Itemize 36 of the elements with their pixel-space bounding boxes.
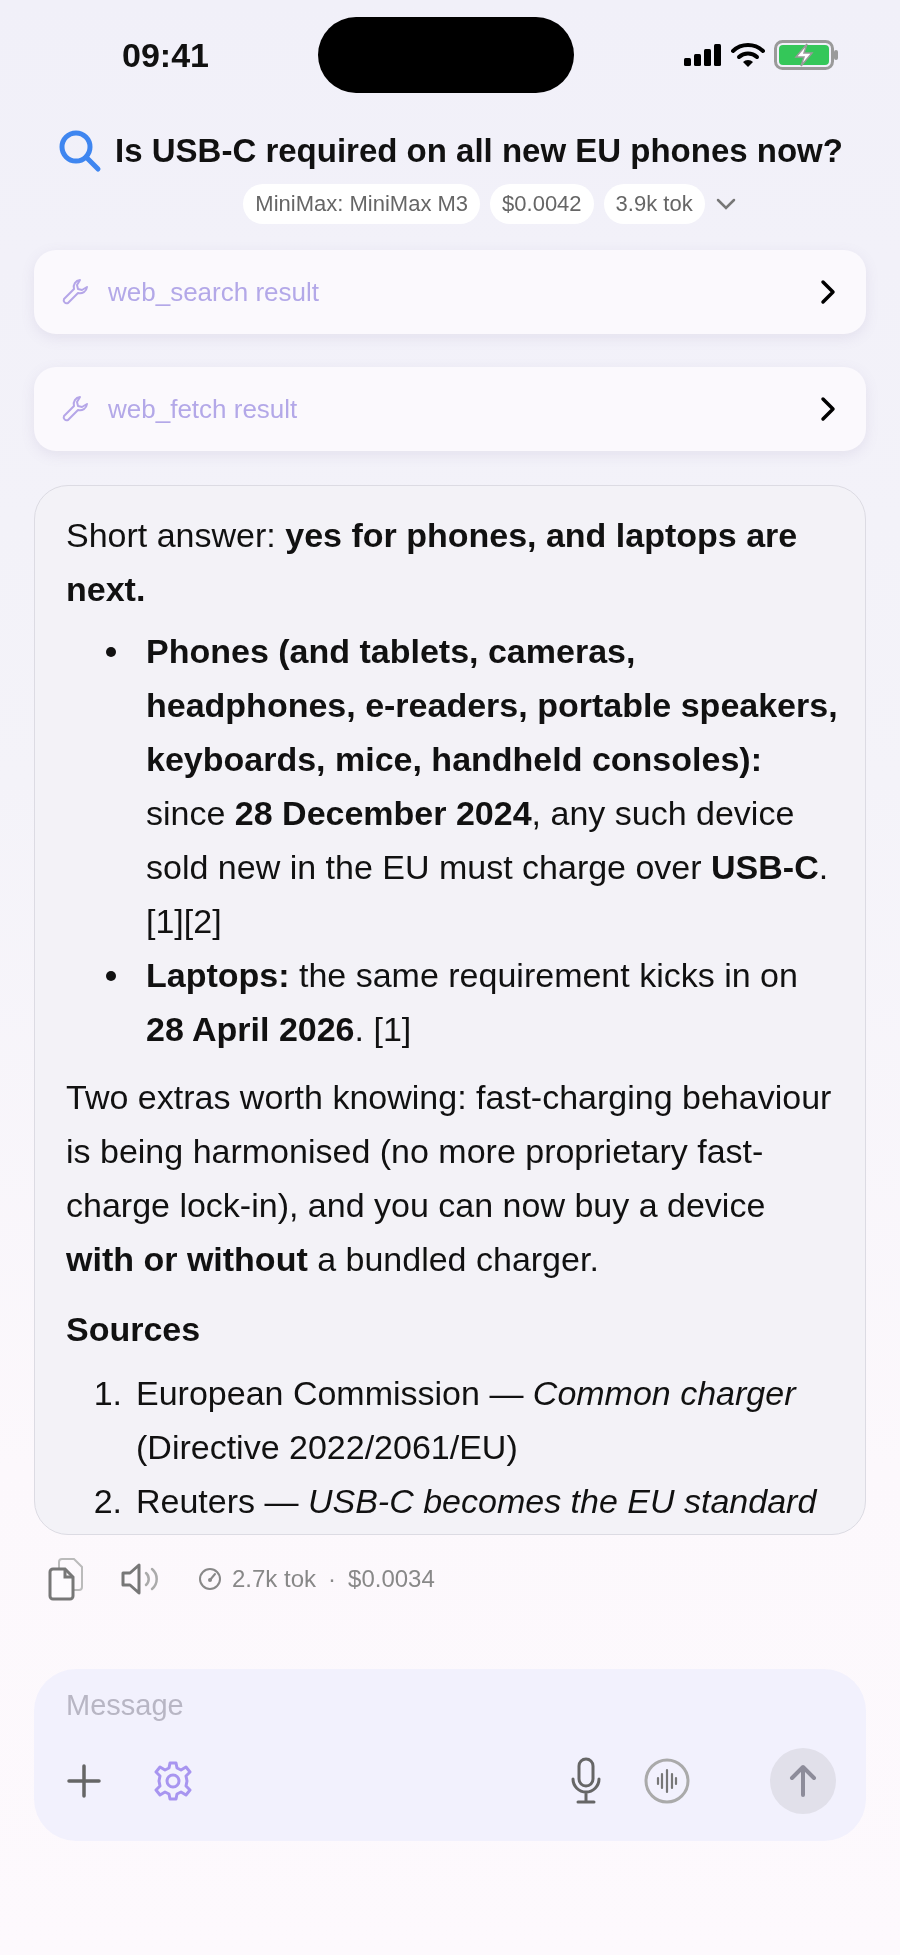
wifi-icon [731, 43, 765, 67]
message-field[interactable]: Message [66, 1683, 836, 1728]
message-cost: $0.0034 [348, 1565, 435, 1593]
token-count: 2.7k tok [232, 1565, 317, 1593]
voice-wave-icon[interactable] [644, 1758, 690, 1804]
speaker-icon[interactable] [120, 1562, 160, 1596]
chevron-right-icon [820, 396, 836, 422]
settings-icon[interactable] [152, 1760, 194, 1802]
bullet-dot [106, 971, 116, 981]
chevron-right-icon [820, 279, 836, 305]
wrench-icon [60, 277, 90, 307]
info-chip: MiniMax: MiniMax M3 [243, 184, 481, 224]
chevron-down-icon[interactable] [714, 197, 737, 211]
source-text: Reuters — USB-C becomes the EU standard [136, 1481, 817, 1522]
separator-dot: · [328, 1565, 337, 1593]
bullet-text: Laptops: the same requirement kicks in on 28 April 2026. [1] [146, 955, 799, 1050]
gauge-icon [198, 1567, 222, 1591]
answer-paragraph: Two extras worth knowing: fast-charging behaviour is being harmonised (no more proprietary fast-charge lock-in), and you can now buy a device with or without a bundled charger. [66, 1077, 833, 1280]
wrench-icon [60, 394, 90, 424]
info-chip: 3.9k tok [603, 184, 705, 224]
bullet-dot [106, 647, 116, 657]
tool-result-card[interactable]: web_fetch result [34, 367, 866, 451]
conversation-title: Is USB-C required on all new EU phones now? [115, 132, 843, 170]
signal-icon [684, 44, 722, 66]
source-text: European Commission — Common charger (Directive 2022/2061/EU) [136, 1373, 798, 1468]
status-time: 09:41 [122, 35, 210, 75]
copy-icon[interactable] [48, 1557, 86, 1601]
battery-icon [774, 40, 840, 70]
answer-paragraph: Short answer: yes for phones, and laptops are next. [66, 515, 799, 610]
plus-icon[interactable] [66, 1763, 102, 1799]
arrow-up-icon [788, 1764, 818, 1798]
list-number: 2. [92, 1481, 122, 1522]
tool-result-card[interactable]: web_search result [34, 250, 866, 334]
info-chip: $0.0042 [490, 184, 594, 224]
sources-heading: Sources [66, 1309, 202, 1350]
list-number: 1. [92, 1373, 122, 1414]
